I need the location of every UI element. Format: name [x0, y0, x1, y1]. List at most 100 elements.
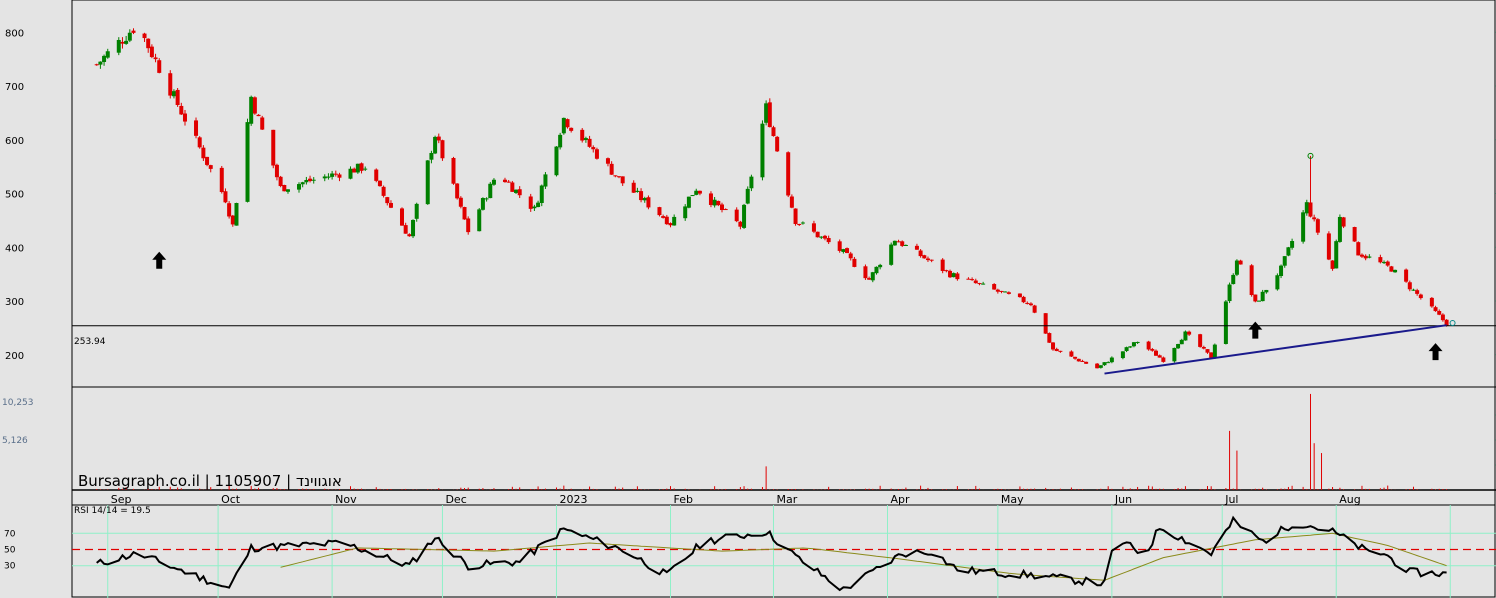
- candle-body: [355, 163, 360, 173]
- month-tick-label: Jun: [1114, 493, 1132, 506]
- candle-body: [867, 278, 872, 280]
- candle-body: [514, 189, 519, 193]
- volume-tick-label: 5,126: [2, 436, 28, 446]
- candle-body: [973, 280, 978, 284]
- candle-body: [1231, 274, 1236, 285]
- candle-body: [760, 123, 765, 178]
- candle-body: [1418, 294, 1423, 299]
- candle-body: [1256, 300, 1261, 302]
- candle-body: [767, 102, 772, 128]
- candle-body: [1290, 241, 1295, 248]
- candle-body: [1058, 350, 1063, 352]
- candle-body: [1359, 254, 1364, 257]
- candle-body: [230, 215, 235, 225]
- candle-body: [308, 178, 313, 182]
- candle-body: [716, 200, 721, 206]
- month-tick-label: Nov: [335, 493, 357, 506]
- candle-body: [683, 206, 688, 219]
- candle-body: [127, 32, 132, 41]
- candle-body: [543, 174, 548, 187]
- candle-body: [1098, 365, 1103, 368]
- candle-body: [120, 41, 125, 44]
- candle-body: [488, 183, 493, 199]
- candle-body: [539, 185, 544, 204]
- candle-body: [333, 173, 338, 175]
- candle-body: [175, 89, 180, 106]
- candle-body: [925, 258, 930, 261]
- candle-body: [852, 258, 857, 267]
- candle-body: [436, 136, 441, 141]
- candle-body: [455, 183, 460, 199]
- candle-body: [1124, 347, 1129, 351]
- candle-body: [999, 290, 1004, 292]
- candle-body: [1183, 331, 1188, 341]
- candle-body: [116, 39, 121, 53]
- candle-body: [742, 204, 747, 228]
- candle-body: [569, 127, 574, 131]
- month-tick-label: Feb: [673, 493, 692, 506]
- candle-body: [631, 182, 636, 193]
- stock-chart: 80070060050040030020010,2535,126 705030 …: [2, 0, 1496, 598]
- price-tick-label: 800: [5, 28, 24, 39]
- candle-body: [359, 163, 364, 171]
- candle-body: [1433, 307, 1438, 312]
- candle-body: [322, 176, 327, 179]
- candle-body: [771, 127, 776, 137]
- candle-body: [1032, 305, 1037, 313]
- candle-body: [1315, 219, 1320, 233]
- price-tick-label: 400: [5, 243, 24, 254]
- candle-body: [929, 259, 934, 261]
- month-tick-label: Sep: [111, 493, 132, 506]
- candle-body: [764, 103, 769, 123]
- candle-body: [686, 196, 691, 208]
- candle-body: [657, 207, 662, 216]
- candle-body: [1157, 355, 1162, 358]
- candle-body: [749, 176, 754, 189]
- candle-body: [561, 117, 566, 134]
- candle-body: [1378, 257, 1383, 263]
- candle-body: [260, 117, 265, 130]
- rsi-tick-label: 70: [4, 529, 16, 539]
- rsi-panel: 70 50 30: [4, 504, 1496, 598]
- candle-body: [712, 199, 717, 206]
- month-tick-label: Mar: [776, 493, 797, 506]
- candle-body: [734, 209, 739, 222]
- candle-body: [377, 180, 382, 187]
- candle-body: [1326, 233, 1331, 260]
- candle-body: [363, 168, 368, 170]
- watermark-text: Bursagraph.co.il | 1105907 | אוגווינד: [78, 472, 342, 490]
- candle-body: [311, 179, 316, 181]
- candle-body: [458, 197, 463, 207]
- candle-body: [491, 179, 496, 185]
- candle-body: [1308, 202, 1313, 217]
- candle-body: [227, 203, 232, 217]
- candle-body: [282, 184, 287, 192]
- candle-body: [234, 202, 239, 226]
- candle-body: [385, 197, 390, 204]
- candle-body: [995, 289, 1000, 292]
- candle-body: [1176, 344, 1181, 349]
- candle-body: [171, 91, 176, 97]
- candle-body: [1150, 349, 1155, 351]
- candle-body: [1154, 350, 1159, 356]
- candle-body: [1006, 292, 1011, 294]
- rsi-label: RSI 14/14 = 19.5: [74, 506, 151, 516]
- candle-body: [1161, 357, 1166, 362]
- candle-body: [609, 163, 614, 175]
- candle-body: [205, 156, 210, 165]
- candle-body: [278, 176, 283, 187]
- candle-body: [201, 147, 206, 159]
- candle-body: [1051, 342, 1056, 350]
- candle-body: [466, 218, 471, 233]
- candle-body: [182, 113, 187, 122]
- candle-body: [1260, 291, 1265, 302]
- candle-body: [1106, 362, 1111, 364]
- candle-body: [1120, 351, 1125, 359]
- candle-body: [1017, 293, 1022, 298]
- price-tick-label: 500: [5, 190, 24, 201]
- candle-body: [330, 173, 335, 177]
- candle-body: [252, 97, 257, 114]
- candle-body: [374, 169, 379, 181]
- candle-body: [580, 129, 585, 141]
- candle-body: [149, 46, 154, 58]
